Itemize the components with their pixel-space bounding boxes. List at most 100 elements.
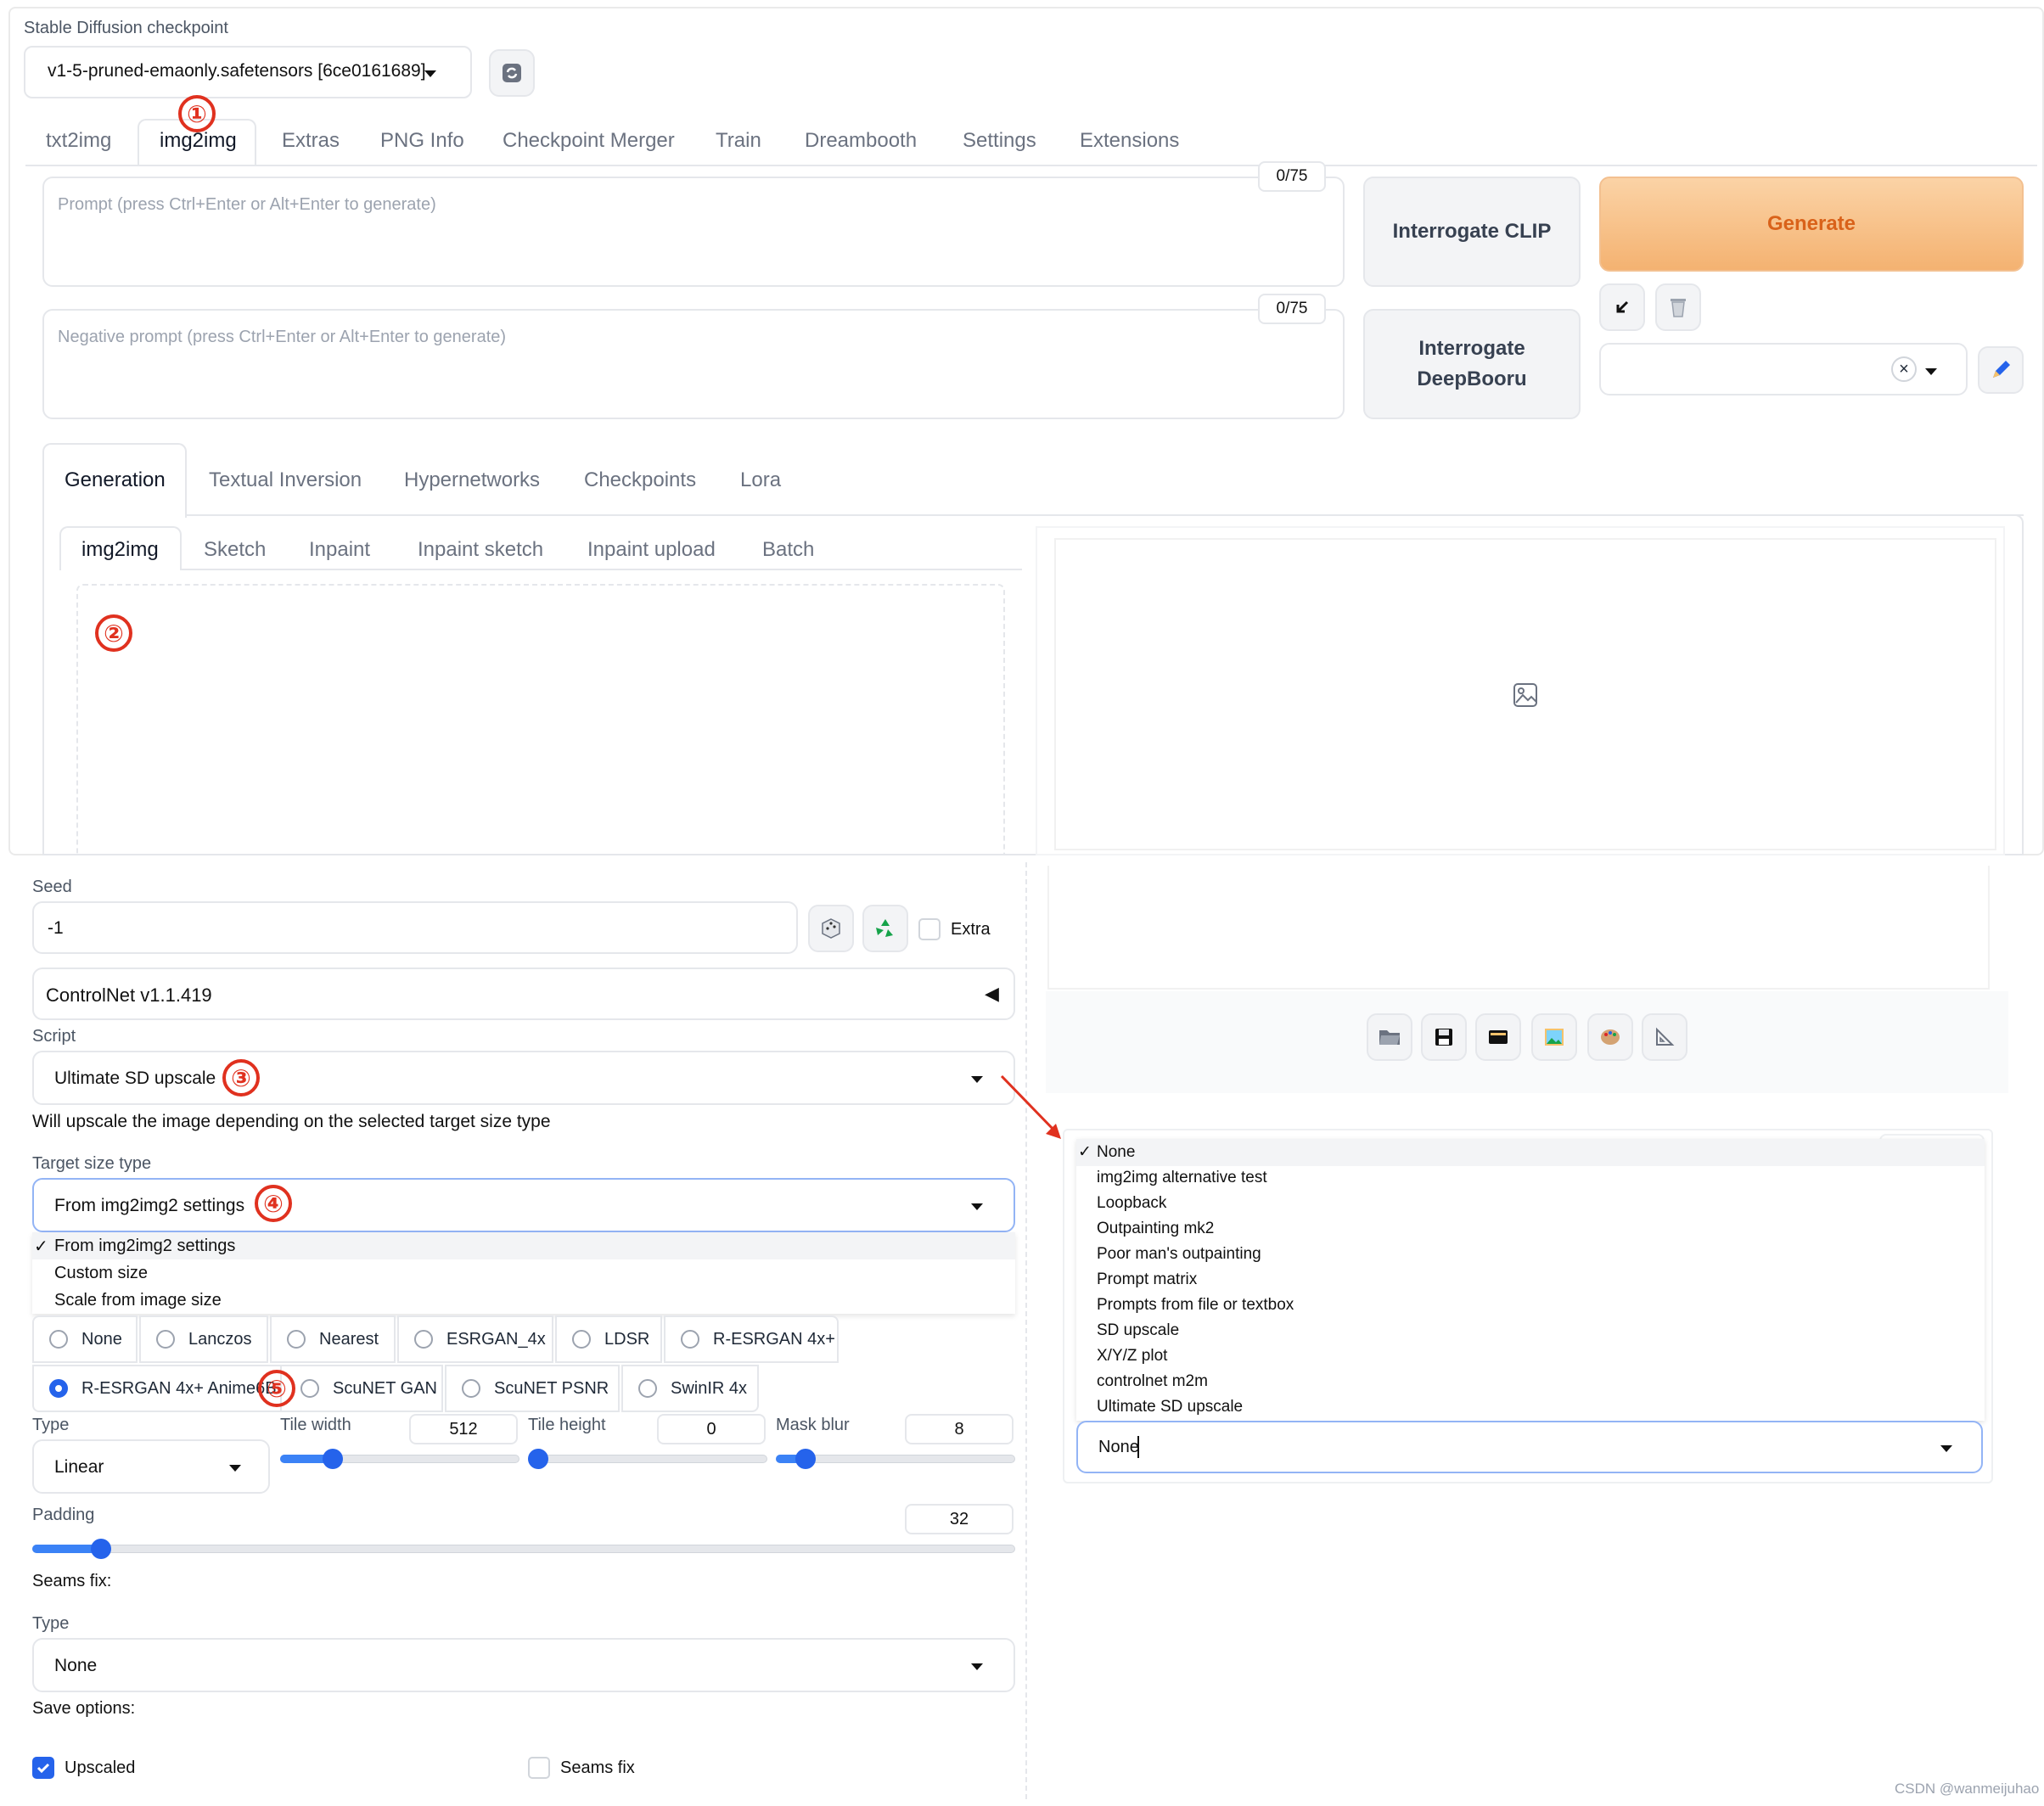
padding-knob[interactable] [91, 1539, 112, 1559]
reuse-seed-button[interactable] [862, 905, 908, 952]
upscaler-option-r-esrgan-4x[interactable]: R-ESRGAN 4x+ [664, 1315, 839, 1363]
target-size-select[interactable]: From img2img2 settings [32, 1178, 1015, 1232]
seams-type-select[interactable]: None [32, 1638, 1015, 1692]
paste-params-button[interactable] [1599, 283, 1645, 331]
edit-styles-button[interactable] [1978, 346, 2024, 394]
upscaler-option-ldsr[interactable]: LDSR [555, 1315, 662, 1363]
tile-width-knob[interactable] [323, 1449, 344, 1469]
collapse-arrow-icon: ◀ [985, 983, 999, 1004]
controlnet-accordion[interactable]: ControlNet v1.1.419 ◀ [32, 968, 1015, 1020]
upscaler-option-scunet-psnr[interactable]: ScuNET PSNR [445, 1365, 620, 1412]
tab-settings[interactable]: Settings [963, 129, 1036, 153]
mode-tab-sketch[interactable]: Sketch [204, 538, 266, 562]
target-size-option[interactable]: Custom size [54, 1264, 148, 1283]
seams-fix-save-checkbox[interactable] [528, 1757, 550, 1779]
upscaler-label: ScuNET PSNR [494, 1378, 609, 1398]
script-option[interactable]: Prompts from file or textbox [1097, 1296, 1294, 1315]
upscaler-option-esrgan-4x[interactable]: ESRGAN_4x [397, 1315, 553, 1363]
styles-clear-icon[interactable]: × [1891, 356, 1917, 382]
tab-dreambooth[interactable]: Dreambooth [805, 129, 917, 153]
sub-tab-checkpoints[interactable]: Checkpoints [584, 468, 696, 492]
script-option[interactable]: Prompt matrix [1097, 1270, 1197, 1289]
interrogate-clip-button[interactable]: Interrogate CLIP [1363, 177, 1581, 287]
send-to-extras-button[interactable] [1642, 1013, 1687, 1061]
script-option[interactable]: None [1097, 1143, 1135, 1162]
extra-seed-label: Extra [951, 920, 991, 939]
tab-png-info[interactable]: PNG Info [380, 129, 464, 153]
padding-input[interactable]: 32 [905, 1504, 1014, 1534]
chevron-down-icon [971, 1663, 983, 1670]
clear-prompt-button[interactable] [1655, 283, 1701, 331]
script-option[interactable]: SD upscale [1097, 1321, 1179, 1340]
tile-width-input[interactable]: 512 [409, 1414, 518, 1444]
extra-seed-checkbox[interactable] [918, 918, 941, 940]
radio-dot [300, 1379, 319, 1398]
redraw-type-select[interactable]: Linear [32, 1439, 270, 1494]
image-placeholder-icon [1513, 683, 1537, 707]
script-dropdown-select[interactable]: None [1076, 1421, 1983, 1473]
radio-dot [462, 1379, 480, 1398]
upscaler-option-scunet-gan[interactable]: ScuNET GAN [280, 1365, 443, 1412]
script-option[interactable]: Ultimate SD upscale [1097, 1398, 1243, 1416]
save-button[interactable] [1421, 1013, 1467, 1061]
tab-extensions[interactable]: Extensions [1080, 129, 1179, 153]
script-select[interactable]: Ultimate SD upscale [32, 1051, 1015, 1105]
script-option[interactable]: Loopback [1097, 1194, 1166, 1213]
tab-checkpoint-merger[interactable]: Checkpoint Merger [503, 129, 675, 153]
mode-tab-inpaint[interactable]: Inpaint [309, 538, 370, 562]
annotation-4: ④ [255, 1185, 292, 1222]
upscaler-label: Nearest [319, 1329, 379, 1349]
script-label: Script [32, 1027, 76, 1046]
tile-height-slider[interactable] [528, 1455, 767, 1463]
generate-button[interactable]: Generate [1599, 177, 2024, 272]
tab-extras[interactable]: Extras [282, 129, 340, 153]
interrogate-deepbooru-button[interactable]: Interrogate DeepBooru [1363, 309, 1581, 419]
upscaler-option-swinir-4x[interactable]: SwinIR 4x [621, 1365, 759, 1412]
script-option[interactable]: Outpainting mk2 [1097, 1220, 1214, 1238]
mode-tab-batch[interactable]: Batch [762, 538, 814, 562]
tab-img2img[interactable]: img2img [160, 129, 237, 153]
send-to-img2img-button[interactable] [1531, 1013, 1577, 1061]
open-folder-button[interactable] [1367, 1013, 1412, 1061]
upscaler-option-lanczos[interactable]: Lanczos [139, 1315, 268, 1363]
upscaled-checkbox[interactable] [32, 1757, 54, 1779]
tile-height-input[interactable]: 0 [657, 1414, 766, 1444]
radio-dot [49, 1330, 68, 1349]
sub-tab-textual-inversion[interactable]: Textual Inversion [209, 468, 362, 492]
send-to-inpaint-button[interactable] [1587, 1013, 1633, 1061]
tab-txt2img[interactable]: txt2img [46, 129, 111, 153]
seed-input[interactable]: -1 [32, 901, 798, 954]
script-option[interactable]: Poor man's outpainting [1097, 1245, 1261, 1264]
mode-tab-inpaint-upload[interactable]: Inpaint upload [587, 538, 716, 562]
mode-tab-img2img[interactable]: img2img [81, 538, 159, 562]
sub-tab-line [187, 514, 2024, 516]
mask-blur-input[interactable]: 8 [905, 1414, 1014, 1444]
negative-prompt-placeholder: Negative prompt (press Ctrl+Enter or Alt… [58, 328, 507, 346]
script-option[interactable]: X/Y/Z plot [1097, 1347, 1167, 1366]
upscaler-option-nearest[interactable]: Nearest [270, 1315, 396, 1363]
target-size-option[interactable]: From img2img2 settings [54, 1237, 235, 1256]
padding-slider[interactable] [32, 1545, 1015, 1553]
zip-button[interactable] [1475, 1013, 1521, 1061]
sub-tab-lora[interactable]: Lora [740, 468, 781, 492]
dice-icon [822, 918, 840, 939]
watermark: CSDN @wanmeijuhao [1895, 1781, 2040, 1797]
negative-prompt-input[interactable]: Negative prompt (press Ctrl+Enter or Alt… [42, 309, 1345, 419]
target-size-option[interactable]: Scale from image size [54, 1291, 222, 1310]
upscaler-option-none[interactable]: None [32, 1315, 138, 1363]
script-option[interactable]: img2img alternative test [1097, 1169, 1267, 1187]
prompt-input[interactable]: Prompt (press Ctrl+Enter or Alt+Enter to… [42, 177, 1345, 287]
mode-tab-inpaint-sketch[interactable]: Inpaint sketch [418, 538, 543, 562]
tile-width-label: Tile width [280, 1416, 351, 1434]
checkpoint-label: Stable Diffusion checkpoint [24, 19, 228, 37]
sub-tab-generation[interactable]: Generation [65, 468, 166, 492]
script-option[interactable]: controlnet m2m [1097, 1372, 1208, 1391]
checkpoint-select[interactable]: v1-5-pruned-emaonly.safetensors [6ce0161… [24, 46, 472, 98]
tile-height-knob[interactable] [528, 1449, 548, 1469]
refresh-checkpoint-button[interactable] [489, 49, 535, 97]
sub-tab-hypernetworks[interactable]: Hypernetworks [404, 468, 540, 492]
tab-train[interactable]: Train [716, 129, 761, 153]
image-upload-area[interactable] [76, 584, 1005, 855]
random-seed-button[interactable] [808, 905, 854, 952]
styles-select[interactable]: × [1599, 343, 1968, 395]
